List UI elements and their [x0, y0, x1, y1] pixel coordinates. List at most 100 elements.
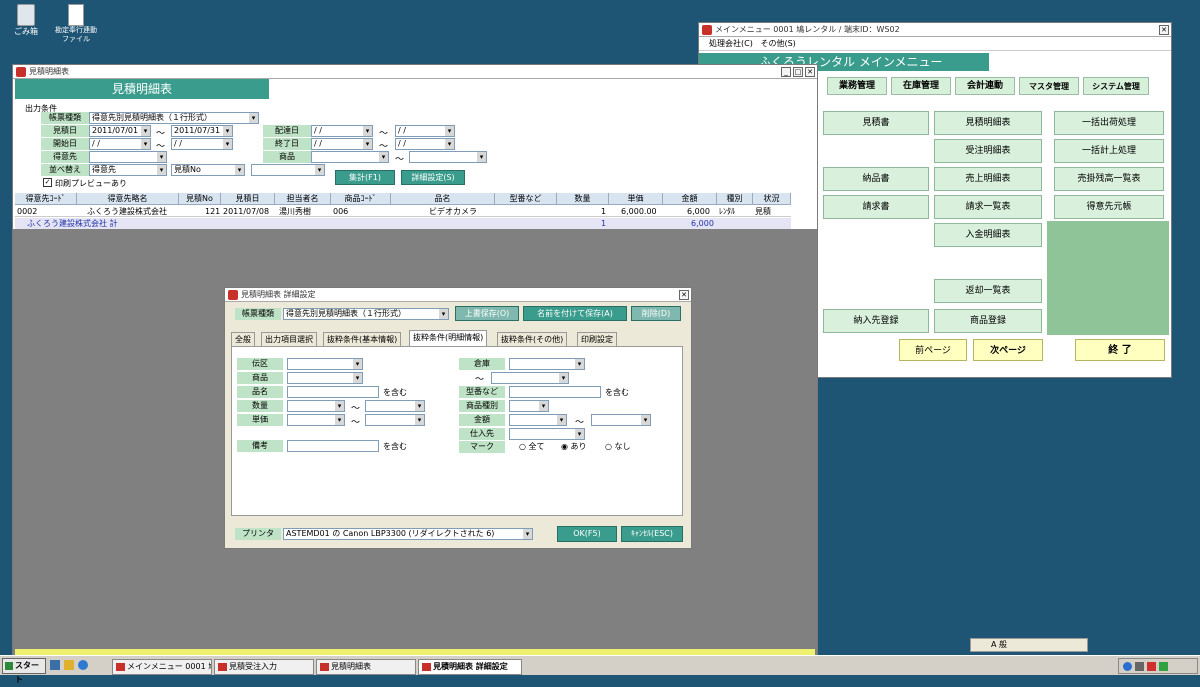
ledger-button[interactable]: 得意先元帳 — [1054, 195, 1164, 219]
update-icon[interactable] — [1159, 661, 1168, 671]
file-icon[interactable]: 勘定奉行連動 ファイル — [50, 4, 102, 44]
qty-to[interactable] — [365, 400, 425, 412]
menu-item[interactable]: 処理会社(C) — [709, 39, 753, 48]
denku-select[interactable] — [287, 358, 363, 370]
taskbar-item[interactable]: 見積明細表 — [316, 659, 416, 675]
column-header[interactable]: 単価 — [609, 193, 663, 205]
cancel-button[interactable]: ｷｬﾝｾﾙ(ESC) — [621, 526, 683, 542]
ptype-select[interactable] — [509, 400, 549, 412]
minimize-icon[interactable]: _ — [781, 67, 791, 77]
maximize-icon[interactable]: □ — [793, 67, 803, 77]
model-input[interactable] — [509, 386, 601, 398]
ok-button[interactable]: OK(F5) — [557, 526, 617, 542]
product-register-button[interactable]: 商品登録 — [934, 309, 1042, 333]
product-from-select[interactable] — [311, 151, 389, 163]
column-header[interactable]: 商品ｺｰﾄﾞ — [331, 193, 391, 205]
product-to-select[interactable] — [409, 151, 487, 163]
menu-item[interactable]: その他(S) — [760, 39, 795, 48]
return-list-button[interactable]: 返却一覧表 — [934, 279, 1042, 303]
column-header[interactable]: 品名 — [391, 193, 495, 205]
column-header[interactable]: 見積No — [179, 193, 221, 205]
order-detail-button[interactable]: 受注明細表 — [934, 139, 1042, 163]
type-select[interactable]: 得意先別見積明細表（１行形式） — [283, 308, 449, 320]
ime-toolbar[interactable]: A 般 — [970, 638, 1088, 652]
tab-accounting[interactable]: 会計連動 — [955, 77, 1015, 95]
security-icon[interactable] — [1147, 661, 1156, 671]
column-header[interactable]: 担当者名 — [275, 193, 331, 205]
tab-inventory[interactable]: 在庫管理 — [891, 77, 951, 95]
end-to-input[interactable]: / / — [395, 138, 455, 150]
close-icon[interactable]: ✕ — [805, 67, 815, 77]
tab-output-items[interactable]: 出力項目選択 — [261, 332, 317, 346]
tab-general[interactable]: 全般 — [231, 332, 255, 346]
taskbar-item[interactable]: 見積明細表 詳細設定 — [418, 659, 522, 675]
next-page-button[interactable]: 次ページ — [973, 339, 1043, 361]
invoice-list-button[interactable]: 請求一覧表 — [934, 195, 1042, 219]
receivable-button[interactable]: 売掛残高一覧表 — [1054, 167, 1164, 191]
tab-filter-other[interactable]: 抜粋条件(その他) — [497, 332, 568, 346]
column-header[interactable]: 得意先ｺｰﾄﾞ — [15, 193, 77, 205]
estimate-detail-button[interactable]: 見積明細表 — [934, 111, 1042, 135]
bulk-post-button[interactable]: 一括計上処理 — [1054, 139, 1164, 163]
volume-icon[interactable] — [1135, 661, 1144, 671]
sum-button[interactable]: 集計(F1) — [335, 170, 395, 185]
tab-master[interactable]: マスタ管理 — [1019, 77, 1079, 95]
preview-checkbox[interactable]: ✓ — [43, 178, 52, 187]
bulk-ship-button[interactable]: 一括出荷処理 — [1054, 111, 1164, 135]
overwrite-save-button[interactable]: 上書保存(O) — [455, 306, 519, 321]
memo-input[interactable] — [287, 440, 379, 452]
radio-no[interactable]: ○ なし — [605, 441, 631, 452]
tab-business[interactable]: 業務管理 — [827, 77, 887, 95]
column-header[interactable]: 種別 — [717, 193, 753, 205]
sort1-select[interactable]: 得意先 — [89, 164, 167, 176]
type-select[interactable]: 得意先別見積明細表（１行形式） — [89, 112, 259, 124]
tab-filter-detail[interactable]: 抜粋条件(明細情報) — [409, 330, 488, 346]
invoice-button[interactable]: 請求書 — [823, 195, 929, 219]
warehouse-to-select[interactable] — [491, 372, 569, 384]
detail-settings-button[interactable]: 詳細設定(S) — [401, 170, 465, 185]
column-header[interactable]: 状況 — [753, 193, 791, 205]
date-to-input[interactable]: 2011/07/31 — [171, 125, 233, 137]
column-header[interactable]: 金額 — [663, 193, 717, 205]
table-row[interactable]: 0002 ふくろう建設株式会社 121 2011/07/08 湯川秀樹 006 … — [15, 206, 791, 217]
sort3-select[interactable] — [251, 164, 325, 176]
price-from[interactable] — [287, 414, 345, 426]
close-icon[interactable]: ✕ — [1159, 25, 1169, 35]
delivery-to-input[interactable]: / / — [395, 125, 455, 137]
column-header[interactable]: 型番など — [495, 193, 557, 205]
prev-page-button[interactable]: 前ページ — [899, 339, 967, 361]
delivery-slip-button[interactable]: 納品書 — [823, 167, 929, 191]
sales-detail-button[interactable]: 売上明細表 — [934, 167, 1042, 191]
qty-from[interactable] — [287, 400, 345, 412]
column-header[interactable]: 数量 — [557, 193, 609, 205]
sort2-select[interactable]: 見積No — [171, 164, 245, 176]
tab-system[interactable]: システム管理 — [1083, 77, 1149, 95]
radio-yes[interactable]: ◉ あり — [561, 441, 587, 452]
end-from-input[interactable]: / / — [311, 138, 373, 150]
explorer-icon[interactable] — [64, 660, 74, 670]
payment-detail-button[interactable]: 入金明細表 — [934, 223, 1042, 247]
estimate-button[interactable]: 見積書 — [823, 111, 929, 135]
name-input[interactable] — [287, 386, 379, 398]
product-select[interactable] — [287, 372, 363, 384]
supplier-select[interactable] — [509, 428, 585, 440]
printer-select[interactable]: ASTEMD01 の Canon LBP3300 (リダイレクトされた 6) — [283, 528, 533, 540]
column-header[interactable]: 見積日 — [221, 193, 275, 205]
exit-button[interactable]: 終 了 — [1075, 339, 1165, 361]
browser-icon[interactable] — [78, 660, 88, 670]
recycle-bin-icon[interactable]: ごみ箱 — [8, 4, 44, 37]
ship-to-register-button[interactable]: 納入先登録 — [823, 309, 929, 333]
taskbar-item[interactable]: メインメニュー 0001 鳩レ... — [112, 659, 212, 675]
amount-to[interactable] — [591, 414, 651, 426]
tab-print-settings[interactable]: 印刷設定 — [577, 332, 617, 346]
customer-select[interactable] — [89, 151, 167, 163]
start-from-input[interactable]: / / — [89, 138, 151, 150]
network-icon[interactable] — [1123, 661, 1132, 671]
delivery-from-input[interactable]: / / — [311, 125, 373, 137]
warehouse-select[interactable] — [509, 358, 585, 370]
save-as-button[interactable]: 名前を付けて保存(A) — [523, 306, 627, 321]
price-to[interactable] — [365, 414, 425, 426]
taskbar-item[interactable]: 見積受注入力 — [214, 659, 314, 675]
delete-button[interactable]: 削除(D) — [631, 306, 681, 321]
start-button[interactable]: スタート — [2, 658, 46, 684]
